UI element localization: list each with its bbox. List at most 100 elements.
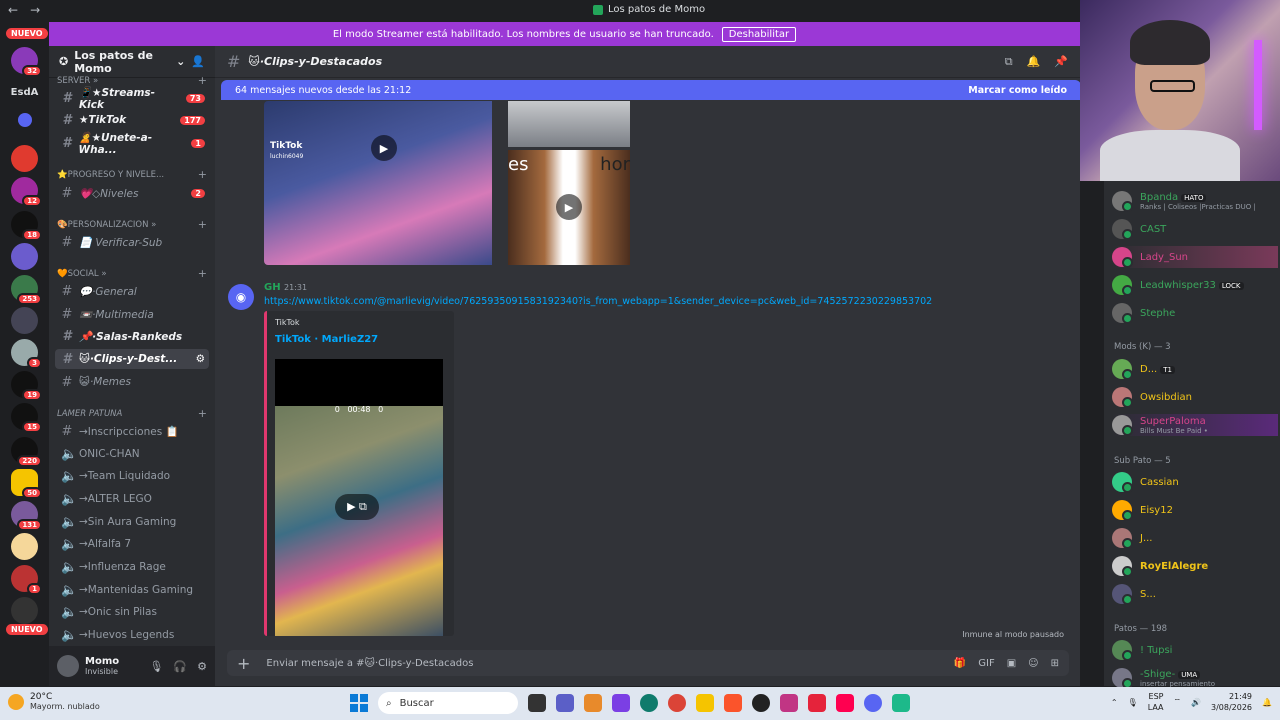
clock[interactable]: 21:49 3/08/2026 <box>1211 691 1252 713</box>
add-channel-icon[interactable]: + <box>198 267 207 280</box>
notification-icon[interactable]: 🔔 <box>1262 698 1272 707</box>
tiktok-icon[interactable] <box>836 694 854 712</box>
member-row[interactable]: -Shige- UMA insertar pensamiento <box>1112 667 1278 689</box>
member-row[interactable]: Stephe <box>1112 302 1278 324</box>
member-row[interactable]: Owsibdian <box>1112 386 1278 408</box>
server-icon-12[interactable]: 50 <box>11 469 42 499</box>
folder-icon[interactable] <box>696 694 714 712</box>
voice-sin-aura[interactable]: 🔈 →Sin Aura Gaming <box>55 512 209 532</box>
server-icon-11[interactable]: 220 <box>11 437 42 467</box>
channel-salas-rankeds[interactable]: # 📌·Salas-Rankeds <box>55 326 209 346</box>
brave-icon[interactable] <box>724 694 742 712</box>
bell-icon[interactable]: 🔔 <box>1027 55 1041 69</box>
weather-widget[interactable]: 20°C Mayorm. nublado <box>8 692 100 711</box>
server-icon-1[interactable]: 32 <box>11 47 42 77</box>
video-thumbnail-3[interactable]: es hor ▶ <box>508 150 630 265</box>
voice-alfalfa[interactable]: 🔈 →Alfalfa 7 <box>55 534 209 554</box>
taskbar-search[interactable]: ⌕ Buscar <box>378 692 518 714</box>
teams-icon[interactable] <box>556 694 574 712</box>
server-icon-5[interactable] <box>11 243 38 270</box>
server-icon-10[interactable]: 15 <box>11 403 42 433</box>
message-link[interactable]: https://www.tiktok.com/@marlievig/video/… <box>264 296 932 307</box>
threads-icon[interactable]: ⧉ <box>1005 55 1013 69</box>
server-icon-2[interactable] <box>11 145 38 172</box>
channel-multimedia[interactable]: # 📼·Multimedia <box>55 304 209 324</box>
image-thumbnail-2[interactable] <box>508 101 630 147</box>
invite-icon[interactable]: 👤 <box>191 55 205 68</box>
new-messages-bar[interactable]: 64 mensajes nuevos desde las 21:12 Marca… <box>221 80 1081 100</box>
member-row[interactable]: CAST <box>1112 218 1278 240</box>
embed-title[interactable]: TikTok · MarlieZ27 <box>275 334 378 345</box>
category-lamer[interactable]: LAMER PATUNA + <box>57 407 207 420</box>
server-icon-6[interactable]: 253 <box>11 275 42 305</box>
server-icon-15[interactable]: 1 <box>11 565 42 595</box>
language-indicator[interactable]: ESP LAA <box>1148 691 1164 713</box>
member-row[interactable]: Cassian <box>1112 471 1278 493</box>
apps-icon[interactable]: ⊞ <box>1051 658 1059 669</box>
play-icon[interactable]: ▶ <box>371 135 397 161</box>
pin-icon[interactable]: 📌 <box>1054 55 1068 69</box>
server-icon-9[interactable]: 19 <box>11 371 42 401</box>
voice-onic-chan[interactable]: 🔈 ONIC-CHAN <box>55 444 209 464</box>
play-icon[interactable]: ▶ <box>556 194 582 220</box>
volume-icon[interactable]: 🔊 <box>1191 698 1201 707</box>
edge-icon[interactable] <box>640 694 658 712</box>
add-channel-icon[interactable]: + <box>198 407 207 420</box>
category-progreso[interactable]: ⭐PROGRESO Y NIVELE... + <box>57 168 207 181</box>
gear-icon[interactable]: ⚙ <box>197 660 207 673</box>
member-row[interactable]: SuperPaloma Bills Must Be Paid • <box>1112 414 1278 436</box>
category-personalizacion[interactable]: 🎨PERSONALIZACION » + <box>57 218 207 231</box>
avatar[interactable] <box>57 655 79 677</box>
server-icon-4[interactable]: 18 <box>11 211 42 241</box>
gif-icon[interactable]: GIF <box>978 658 994 669</box>
channel-general[interactable]: # 💬·General <box>55 281 209 301</box>
voice-influenza[interactable]: 🔈 →Influenza Rage <box>55 557 209 577</box>
headphones-icon[interactable]: 🎧 <box>173 660 187 673</box>
microphone-icon[interactable]: 🎙 <box>1128 698 1138 707</box>
task-view-icon[interactable] <box>528 694 546 712</box>
disable-streamer-button[interactable]: Deshabilitar <box>721 26 797 42</box>
voice-mantenidas[interactable]: 🔈 →Mantenidas Gaming <box>55 580 209 600</box>
message-composer[interactable]: + Enviar mensaje a #🐱·Clips-y-Destacados… <box>227 650 1069 676</box>
voice-team-liquidado[interactable]: 🔈 →Team Liquidado <box>55 466 209 486</box>
microphone-icon[interactable]: 🎙 <box>149 660 163 673</box>
add-channel-icon[interactable]: + <box>198 168 207 181</box>
member-row[interactable]: ! Tupsi <box>1112 639 1278 661</box>
category-social[interactable]: 🧡SOCIAL » + <box>57 267 207 280</box>
channel-clips-selected[interactable]: # 🐱·Clips-y-Dest... ⚙ <box>55 349 209 369</box>
channel-unete[interactable]: # 🙎★Unete-a-Wha... 1 <box>55 132 209 156</box>
voice-huevos[interactable]: 🔈 →Huevos Legends <box>55 625 209 645</box>
server-icon-7[interactable] <box>11 307 38 334</box>
copilot-icon[interactable] <box>584 694 602 712</box>
chevron-up-icon[interactable]: ⌃ <box>1111 698 1118 707</box>
app-icon[interactable] <box>612 694 630 712</box>
sticker-icon[interactable]: ▣ <box>1007 658 1016 669</box>
member-row[interactable]: J... <box>1112 527 1278 549</box>
member-row[interactable]: Lady_Sun <box>1112 246 1278 268</box>
wifi-icon[interactable]: ⌔ <box>1174 697 1182 707</box>
server-icon-16[interactable] <box>11 597 38 624</box>
instagram-icon[interactable] <box>780 694 798 712</box>
member-row[interactable]: Leadwhisper33 LOCK <box>1112 274 1278 296</box>
server-esda[interactable]: EsdA <box>11 79 39 106</box>
streamlabs-icon[interactable] <box>808 694 826 712</box>
chrome-icon[interactable] <box>668 694 686 712</box>
channel-memes[interactable]: # 😺·Memes <box>55 372 209 392</box>
voice-onic-sin-pilas[interactable]: 🔈 →Onic sin Pilas <box>55 602 209 622</box>
settings-icon[interactable]: ⚙ <box>196 353 205 365</box>
emoji-icon[interactable]: ☺ <box>1028 658 1038 669</box>
channel-streams-kick[interactable]: # 📱★Streams-Kick 73 <box>55 87 209 111</box>
member-row[interactable]: RoyElAlegre <box>1112 555 1278 577</box>
discord-avatar-icon[interactable]: ◉ <box>228 284 254 310</box>
add-channel-icon[interactable]: + <box>198 218 207 231</box>
voice-alter-lego[interactable]: 🔈 →ALTER LEGO <box>55 489 209 509</box>
message-author[interactable]: GH <box>264 282 281 293</box>
server-icon-13[interactable]: 131 <box>11 501 42 531</box>
add-attachment-icon[interactable]: + <box>237 654 250 673</box>
server-icon-3[interactable]: 12 <box>11 177 42 207</box>
member-row[interactable]: S... <box>1112 583 1278 605</box>
add-channel-icon[interactable]: + <box>198 74 207 87</box>
discord-icon[interactable] <box>864 694 882 712</box>
server-icon-14[interactable] <box>11 533 38 560</box>
windows-start-icon[interactable] <box>350 694 368 712</box>
